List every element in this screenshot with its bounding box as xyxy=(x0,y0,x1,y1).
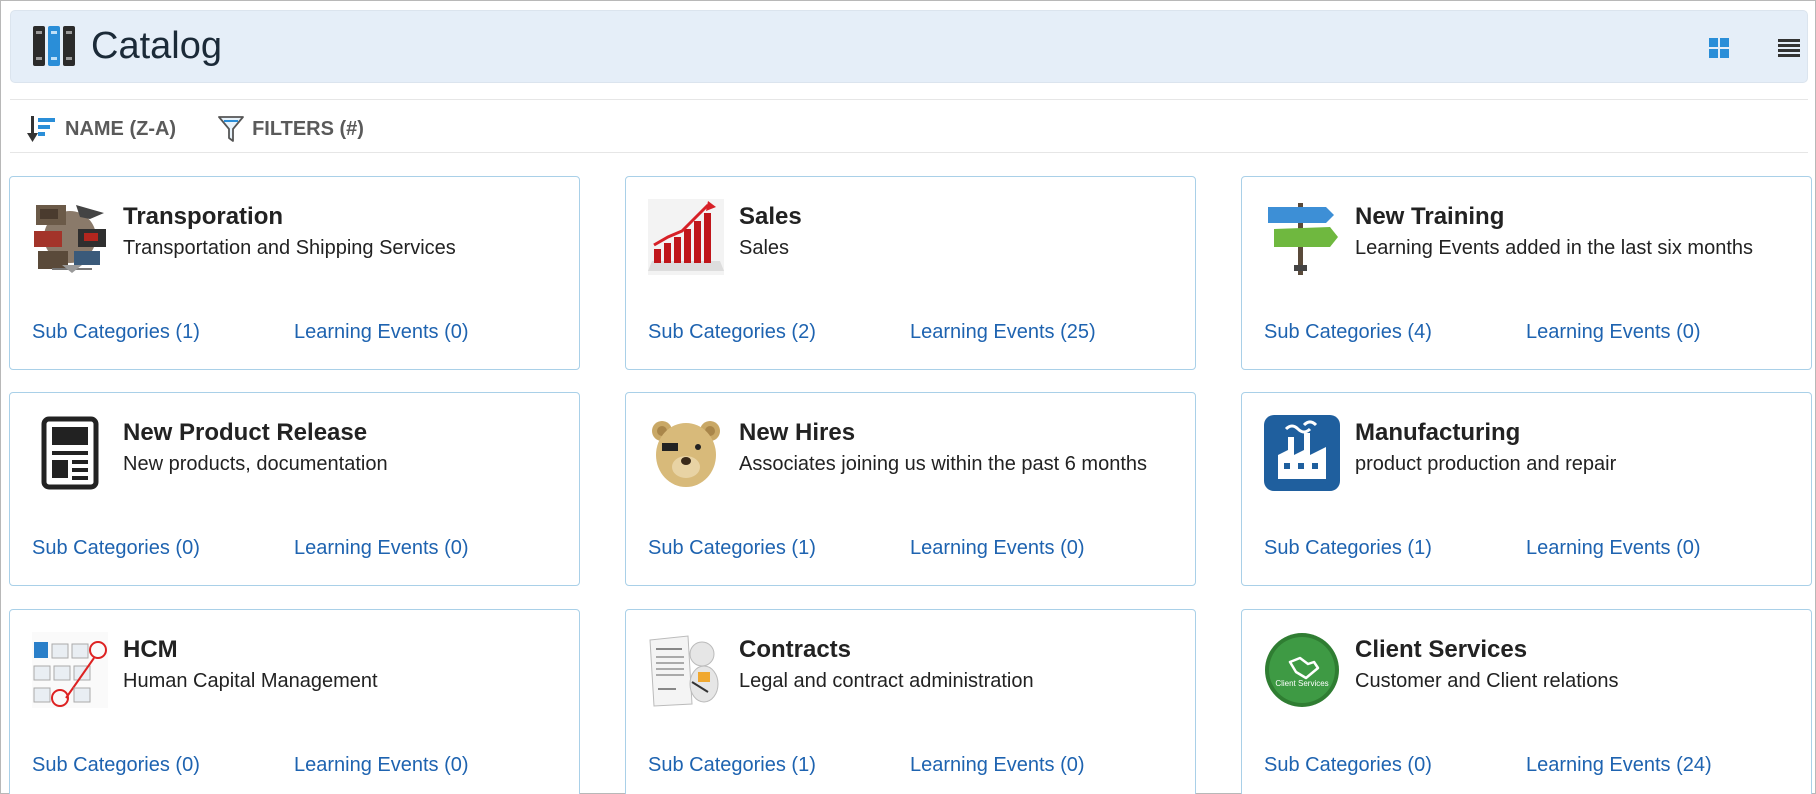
divider xyxy=(10,152,1808,153)
card-description: Transportation and Shipping Services xyxy=(123,237,456,259)
newspaper-icon xyxy=(41,416,99,490)
transportation-collage-icon xyxy=(34,205,106,273)
sub-categories-link[interactable]: Sub Categories (1) xyxy=(648,754,816,777)
sub-categories-link[interactable]: Sub Categories (0) xyxy=(32,754,200,777)
sort-descending-icon xyxy=(27,116,55,142)
card-description: product production and repair xyxy=(1355,453,1617,475)
card-title: Contracts xyxy=(739,636,852,663)
learning-events-link[interactable]: Learning Events (0) xyxy=(294,537,469,560)
sub-categories-link[interactable]: Sub Categories (4) xyxy=(1264,321,1432,344)
training-signpost-icon xyxy=(1268,203,1338,275)
sub-categories-link[interactable]: Sub Categories (1) xyxy=(648,537,816,560)
card-description: Customer and Client relations xyxy=(1355,670,1619,692)
filters-button[interactable]: FILTERS (#) xyxy=(218,115,364,143)
card-title: New Product Release xyxy=(123,419,368,446)
learning-events-link[interactable]: Learning Events (24) xyxy=(1526,754,1712,777)
card-title: Sales xyxy=(739,203,802,230)
card-description: Legal and contract administration xyxy=(739,670,1034,692)
learning-events-link[interactable]: Learning Events (0) xyxy=(1526,537,1701,560)
list-view-button[interactable] xyxy=(1774,33,1804,63)
catalog-card[interactable]: Sales Sales Sub Categories (2) Learning … xyxy=(625,176,1196,370)
page-title: Catalog xyxy=(91,25,222,67)
card-title: Manufacturing xyxy=(1355,419,1521,446)
card-title: New Hires xyxy=(739,419,856,446)
sub-categories-link[interactable]: Sub Categories (0) xyxy=(1264,754,1432,777)
grid-view-button[interactable] xyxy=(1704,33,1734,63)
sub-categories-link[interactable]: Sub Categories (2) xyxy=(648,321,816,344)
catalog-header: Catalog xyxy=(10,10,1808,83)
handshake-badge-icon: Client Services xyxy=(1265,633,1339,707)
sub-categories-link[interactable]: Sub Categories (1) xyxy=(32,321,200,344)
sub-categories-link[interactable]: Sub Categories (0) xyxy=(32,537,200,560)
badge-text: Client Services xyxy=(1275,679,1328,688)
filters-label: FILTERS (#) xyxy=(252,117,364,140)
grid-view-icon xyxy=(1709,38,1729,58)
catalog-card[interactable]: New Product Release New products, docume… xyxy=(9,392,580,586)
contract-signing-icon xyxy=(649,635,719,707)
catalog-card[interactable]: Contracts Legal and contract administrat… xyxy=(625,609,1196,794)
catalog-toolbar: NAME (Z-A) FILTERS (#) xyxy=(10,105,364,153)
card-description: Sales xyxy=(739,237,790,259)
card-description: Associates joining us within the past 6 … xyxy=(739,453,1147,475)
card-description: Human Capital Management xyxy=(123,670,378,692)
learning-events-link[interactable]: Learning Events (0) xyxy=(1526,321,1701,344)
catalog-card[interactable]: Manufacturing product production and rep… xyxy=(1241,392,1812,586)
card-description: New products, documentation xyxy=(123,453,388,475)
learning-events-link[interactable]: Learning Events (0) xyxy=(910,537,1085,560)
catalog-card[interactable]: Transporation Transportation and Shippin… xyxy=(9,176,580,370)
factory-icon xyxy=(1264,415,1340,491)
catalog-card[interactable]: New Hires Associates joining us within t… xyxy=(625,392,1196,586)
card-title: New Training xyxy=(1355,203,1505,230)
divider xyxy=(10,99,1808,100)
learning-events-link[interactable]: Learning Events (25) xyxy=(910,321,1096,344)
catalog-window: Catalog NAME (Z-A) FILTERS (#) Transpora… xyxy=(0,0,1816,794)
learning-events-link[interactable]: Learning Events (0) xyxy=(910,754,1085,777)
funnel-icon xyxy=(218,116,244,142)
learning-events-link[interactable]: Learning Events (0) xyxy=(294,321,469,344)
card-description: Learning Events added in the last six mo… xyxy=(1355,237,1754,259)
teddy-bear-icon xyxy=(652,421,720,487)
learning-events-link[interactable]: Learning Events (0) xyxy=(294,754,469,777)
card-title: Client Services xyxy=(1355,636,1528,663)
card-title: HCM xyxy=(123,636,178,663)
hcm-org-chart-icon xyxy=(32,632,108,708)
card-title: Transporation xyxy=(123,203,284,230)
sort-label: NAME (Z-A) xyxy=(65,117,177,140)
sales-growth-chart-icon xyxy=(648,199,724,275)
catalog-card[interactable]: Client Services Client Services Customer… xyxy=(1241,609,1812,794)
catalog-card[interactable]: HCM Human Capital Management Sub Categor… xyxy=(9,609,580,794)
books-icon xyxy=(33,26,75,66)
sub-categories-link[interactable]: Sub Categories (1) xyxy=(1264,537,1432,560)
list-view-icon xyxy=(1778,39,1800,57)
catalog-card[interactable]: New Training Learning Events added in th… xyxy=(1241,176,1812,370)
sort-button[interactable]: NAME (Z-A) xyxy=(27,115,176,143)
